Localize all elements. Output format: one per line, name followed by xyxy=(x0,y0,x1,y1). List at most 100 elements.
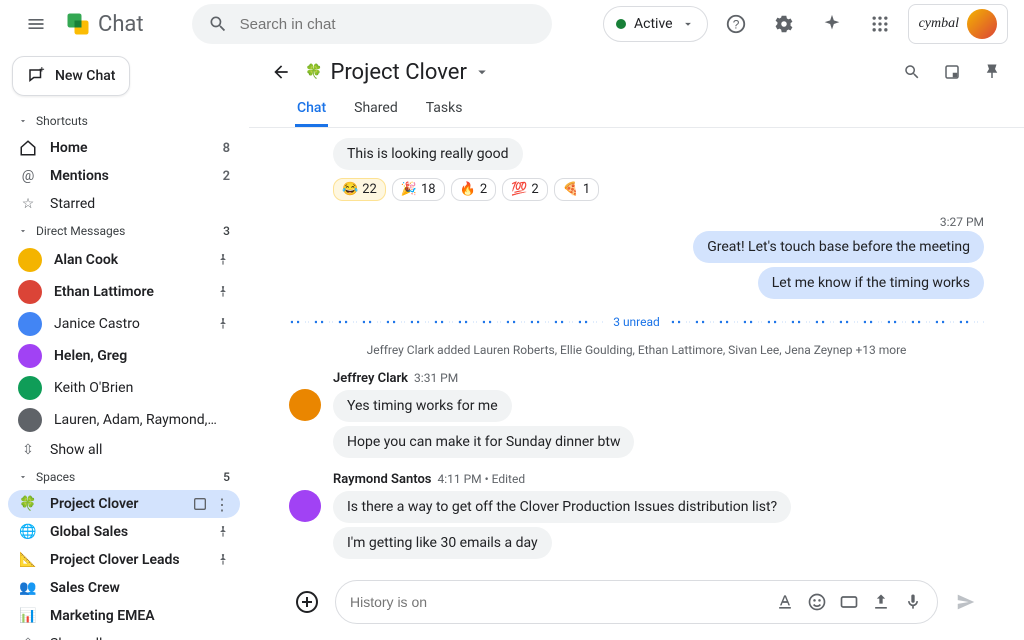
pin-icon xyxy=(216,317,230,331)
space-item[interactable]: 📊 Marketing EMEA xyxy=(8,602,240,630)
message-bubble[interactable]: Great! Let's touch base before the meeti… xyxy=(693,231,984,263)
space-item[interactable]: 📐 Project Clover Leads xyxy=(8,546,240,574)
app-name: Chat xyxy=(98,12,144,37)
avatar-icon xyxy=(18,280,42,304)
message-bubble[interactable]: Is there a way to get off the Clover Pro… xyxy=(333,491,791,523)
voice-button[interactable] xyxy=(903,592,923,612)
main-menu-button[interactable] xyxy=(16,4,56,44)
settings-button[interactable] xyxy=(764,4,804,44)
format-button[interactable] xyxy=(775,592,795,612)
shortcuts-header[interactable]: Shortcuts xyxy=(8,108,240,134)
author-name[interactable]: Raymond Santos xyxy=(333,472,432,487)
upload-icon xyxy=(871,592,891,612)
back-button[interactable] xyxy=(265,56,297,88)
help-button[interactable]: ? xyxy=(716,4,756,44)
home-icon xyxy=(18,138,38,158)
space-item[interactable]: 🌐 Global Sales xyxy=(8,518,240,546)
mic-icon xyxy=(903,592,923,612)
gif-icon xyxy=(839,592,859,612)
tab-chat[interactable]: Chat xyxy=(295,92,328,127)
add-attachment-button[interactable] xyxy=(289,584,325,620)
message-bubble[interactable]: Let me know if the timing works xyxy=(758,267,984,299)
dm-item[interactable]: Keith O'Brien xyxy=(8,372,240,404)
gemini-button[interactable] xyxy=(812,4,852,44)
dm-item[interactable]: Lauren, Adam, Raymond, Christian xyxy=(8,404,240,436)
author-avatar[interactable] xyxy=(289,389,321,421)
space-icon: 📊 xyxy=(18,606,38,626)
space-label: Global Sales xyxy=(50,524,204,540)
nav-mentions[interactable]: @ Mentions 2 xyxy=(8,162,240,190)
dm-item[interactable]: Helen, Greg xyxy=(8,340,240,372)
space-label: Marketing EMEA xyxy=(50,608,218,624)
status-label: Active xyxy=(634,16,673,32)
dm-label: Alan Cook xyxy=(54,252,204,268)
star-icon: ☆ xyxy=(18,194,38,214)
space-label: Project Clover xyxy=(50,496,180,512)
unread-divider: 3 unread xyxy=(289,315,984,329)
sparkle-icon xyxy=(821,13,843,35)
space-emoji-icon: 🍀 xyxy=(305,64,322,80)
author-name[interactable]: Jeffrey Clark xyxy=(333,371,408,386)
message-bubble[interactable]: I'm getting like 30 emails a day xyxy=(333,527,552,559)
send-icon xyxy=(955,591,977,613)
dm-item[interactable]: Alan Cook xyxy=(8,244,240,276)
emoji-button[interactable] xyxy=(807,592,827,612)
org-label: cymbal xyxy=(919,16,959,32)
pop-out-button[interactable] xyxy=(936,56,968,88)
pin-toggle-button[interactable] xyxy=(976,56,1008,88)
dms-show-all[interactable]: ⇳ Show all xyxy=(8,436,240,464)
search-bar[interactable] xyxy=(192,4,552,44)
new-chat-label: New Chat xyxy=(55,68,115,84)
gif-button[interactable] xyxy=(839,592,859,612)
message-time: 4:11 PM • Edited xyxy=(438,472,526,486)
space-label: Project Clover Leads xyxy=(50,552,204,568)
search-input[interactable] xyxy=(240,16,536,33)
spaces-show-all[interactable]: ⇳ Show all xyxy=(8,630,240,640)
nav-starred[interactable]: ☆ Starred xyxy=(8,190,240,218)
conversation-title[interactable]: Project Clover xyxy=(330,60,490,85)
status-dot-icon xyxy=(616,19,626,29)
dm-label: Keith O'Brien xyxy=(54,380,218,396)
more-icon[interactable]: ⋮ xyxy=(214,495,230,514)
account-switcher[interactable]: cymbal xyxy=(908,4,1008,44)
avatar-icon xyxy=(18,312,42,336)
dm-label: Lauren, Adam, Raymond, Christian xyxy=(54,412,218,428)
tab-shared[interactable]: Shared xyxy=(352,92,400,127)
dms-header[interactable]: Direct Messages 3 xyxy=(8,218,240,244)
author-avatar[interactable] xyxy=(289,490,321,522)
format-icon xyxy=(775,592,795,612)
dm-item[interactable]: Janice Castro xyxy=(8,308,240,340)
nav-home[interactable]: Home 8 xyxy=(8,134,240,162)
reaction-chip[interactable]: 💯2 xyxy=(502,178,548,201)
message-composer[interactable] xyxy=(335,580,938,624)
message-bubble[interactable]: Yes timing works for me xyxy=(333,390,512,422)
pin-icon xyxy=(983,63,1001,81)
message-bubble[interactable]: This is looking really good xyxy=(333,138,523,170)
new-chat-button[interactable]: New Chat xyxy=(12,56,130,96)
space-item[interactable]: 👥 Sales Crew xyxy=(8,574,240,602)
spaces-header[interactable]: Spaces 5 xyxy=(8,464,240,490)
avatar-icon xyxy=(18,344,42,368)
reaction-chip[interactable]: 🔥2 xyxy=(451,178,497,201)
space-label: Sales Crew xyxy=(50,580,218,596)
upload-button[interactable] xyxy=(871,592,891,612)
apps-launcher[interactable] xyxy=(860,4,900,44)
message-group: Jeffrey Clark3:31 PM Yes timing works fo… xyxy=(289,371,984,460)
pin-icon xyxy=(216,253,230,267)
composer-input[interactable] xyxy=(350,594,765,610)
tab-tasks[interactable]: Tasks xyxy=(424,92,465,127)
reaction-chip[interactable]: 🍕1 xyxy=(554,178,600,201)
reaction-chip[interactable]: 😂22 xyxy=(333,178,386,201)
space-icon: 📐 xyxy=(18,550,38,570)
caret-down-icon xyxy=(18,116,28,126)
convo-search-button[interactable] xyxy=(896,56,928,88)
plus-circle-icon xyxy=(295,590,319,614)
message-bubble[interactable]: Hope you can make it for Sunday dinner b… xyxy=(333,426,634,458)
dm-label: Helen, Greg xyxy=(54,348,218,364)
send-button[interactable] xyxy=(948,584,984,620)
status-selector[interactable]: Active xyxy=(603,6,708,42)
reaction-chip[interactable]: 🎉18 xyxy=(392,178,445,201)
space-item[interactable]: 🍀 Project Clover ⋮ xyxy=(8,490,240,518)
pop-out-icon[interactable] xyxy=(192,496,208,512)
dm-item[interactable]: Ethan Lattimore xyxy=(8,276,240,308)
